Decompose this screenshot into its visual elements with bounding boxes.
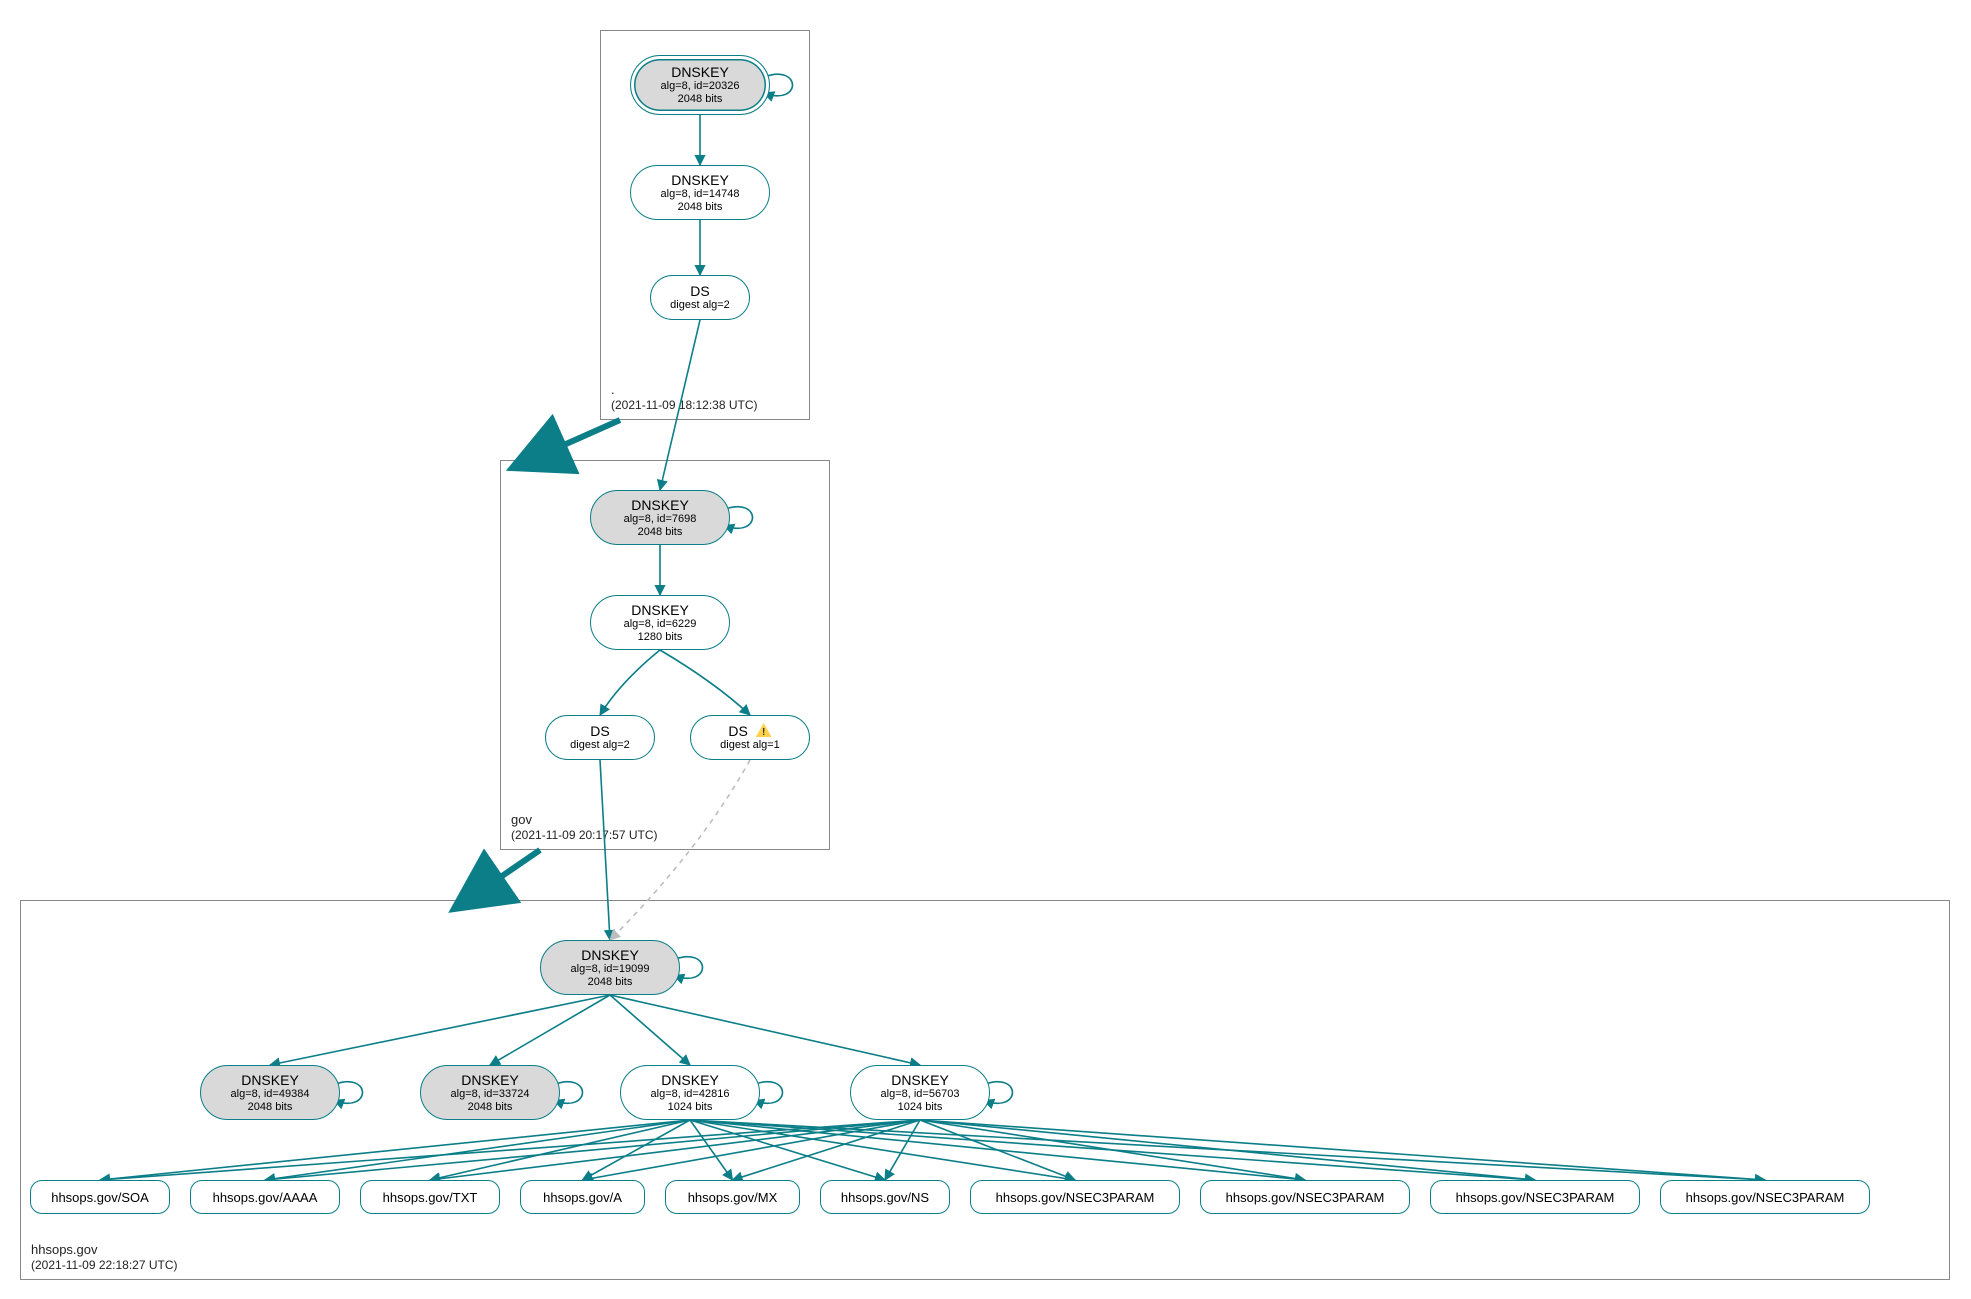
zone-hhsops-label: hhsops.gov (2021-11-09 22:18:27 UTC) [31, 1242, 178, 1273]
node-bits: 1024 bits [668, 1101, 713, 1114]
node-title: DS [690, 283, 709, 299]
dnskey-hhsops-49384[interactable]: DNSKEY alg=8, id=49384 2048 bits [200, 1065, 340, 1120]
rrset-mx[interactable]: hhsops.gov/MX [665, 1180, 800, 1214]
node-title: DS [728, 723, 771, 739]
rrset-a[interactable]: hhsops.gov/A [520, 1180, 645, 1214]
rrset-txt[interactable]: hhsops.gov/TXT [360, 1180, 500, 1214]
zone-gov-time: (2021-11-09 20:17:57 UTC) [511, 828, 658, 843]
node-alg: alg=8, id=6229 [624, 618, 697, 631]
rrset-label: hhsops.gov/NSEC3PARAM [1456, 1190, 1615, 1205]
node-bits: 2048 bits [678, 93, 723, 106]
node-title: DNSKEY [891, 1072, 949, 1088]
node-title: DNSKEY [671, 64, 729, 80]
rrset-label: hhsops.gov/NS [841, 1190, 929, 1205]
rrset-nsec3param-2[interactable]: hhsops.gov/NSEC3PARAM [1200, 1180, 1410, 1214]
node-alg: alg=8, id=7698 [624, 513, 697, 526]
node-title-text: DS [728, 723, 747, 739]
ds-gov-2[interactable]: DS digest alg=1 [690, 715, 810, 760]
dnskey-gov-zsk[interactable]: DNSKEY alg=8, id=6229 1280 bits [590, 595, 730, 650]
rrset-label: hhsops.gov/SOA [51, 1190, 149, 1205]
node-title: DNSKEY [241, 1072, 299, 1088]
node-bits: 1280 bits [638, 631, 683, 644]
node-bits: 2048 bits [678, 201, 723, 214]
dnskey-gov-ksk[interactable]: DNSKEY alg=8, id=7698 2048 bits [590, 490, 730, 545]
node-bits: 2048 bits [588, 976, 633, 989]
dnskey-hhsops-56703[interactable]: DNSKEY alg=8, id=56703 1024 bits [850, 1065, 990, 1120]
rrset-nsec3param-3[interactable]: hhsops.gov/NSEC3PARAM [1430, 1180, 1640, 1214]
rrset-label: hhsops.gov/AAAA [213, 1190, 318, 1205]
node-alg: digest alg=2 [670, 299, 730, 312]
rrset-label: hhsops.gov/NSEC3PARAM [996, 1190, 1155, 1205]
node-title: DNSKEY [661, 1072, 719, 1088]
node-title: DS [590, 723, 609, 739]
dnskey-root-ksk[interactable]: DNSKEY alg=8, id=20326 2048 bits [630, 55, 770, 115]
zone-hhsops-time: (2021-11-09 22:18:27 UTC) [31, 1258, 178, 1273]
zone-hhsops-name: hhsops.gov [31, 1242, 178, 1258]
dnskey-root-zsk[interactable]: DNSKEY alg=8, id=14748 2048 bits [630, 165, 770, 220]
ds-root[interactable]: DS digest alg=2 [650, 275, 750, 320]
rrset-nsec3param-1[interactable]: hhsops.gov/NSEC3PARAM [970, 1180, 1180, 1214]
node-alg: digest alg=1 [720, 739, 780, 752]
node-title: DNSKEY [631, 497, 689, 513]
zone-root-name: . [611, 382, 758, 398]
warning-icon [756, 723, 772, 737]
node-alg: alg=8, id=19099 [571, 963, 650, 976]
node-alg: alg=8, id=33724 [451, 1088, 530, 1101]
rrset-label: hhsops.gov/TXT [383, 1190, 478, 1205]
rrset-aaaa[interactable]: hhsops.gov/AAAA [190, 1180, 340, 1214]
node-bits: 2048 bits [638, 526, 683, 539]
node-bits: 2048 bits [468, 1101, 513, 1114]
rrset-label: hhsops.gov/MX [688, 1190, 778, 1205]
rrset-label: hhsops.gov/NSEC3PARAM [1226, 1190, 1385, 1205]
rrset-soa[interactable]: hhsops.gov/SOA [30, 1180, 170, 1214]
node-title: DNSKEY [631, 602, 689, 618]
node-alg: alg=8, id=42816 [651, 1088, 730, 1101]
rrset-ns[interactable]: hhsops.gov/NS [820, 1180, 950, 1214]
node-title: DNSKEY [581, 947, 639, 963]
node-alg: alg=8, id=14748 [661, 188, 740, 201]
zone-root-label: . (2021-11-09 18:12:38 UTC) [611, 382, 758, 413]
rrset-nsec3param-4[interactable]: hhsops.gov/NSEC3PARAM [1660, 1180, 1870, 1214]
dnskey-hhsops-42816[interactable]: DNSKEY alg=8, id=42816 1024 bits [620, 1065, 760, 1120]
node-bits: 2048 bits [248, 1101, 293, 1114]
rrset-label: hhsops.gov/NSEC3PARAM [1686, 1190, 1845, 1205]
node-alg: alg=8, id=20326 [661, 80, 740, 93]
zone-gov-name: gov [511, 812, 658, 828]
node-bits: 1024 bits [898, 1101, 943, 1114]
zone-root-time: (2021-11-09 18:12:38 UTC) [611, 398, 758, 413]
dnskey-hhsops-33724[interactable]: DNSKEY alg=8, id=33724 2048 bits [420, 1065, 560, 1120]
node-alg: alg=8, id=56703 [881, 1088, 960, 1101]
node-alg: alg=8, id=49384 [231, 1088, 310, 1101]
dnskey-hhsops-ksk[interactable]: DNSKEY alg=8, id=19099 2048 bits [540, 940, 680, 995]
node-alg: digest alg=2 [570, 739, 630, 752]
node-title: DNSKEY [461, 1072, 519, 1088]
ds-gov-1[interactable]: DS digest alg=2 [545, 715, 655, 760]
node-title: DNSKEY [671, 172, 729, 188]
zone-gov-label: gov (2021-11-09 20:17:57 UTC) [511, 812, 658, 843]
rrset-label: hhsops.gov/A [543, 1190, 622, 1205]
